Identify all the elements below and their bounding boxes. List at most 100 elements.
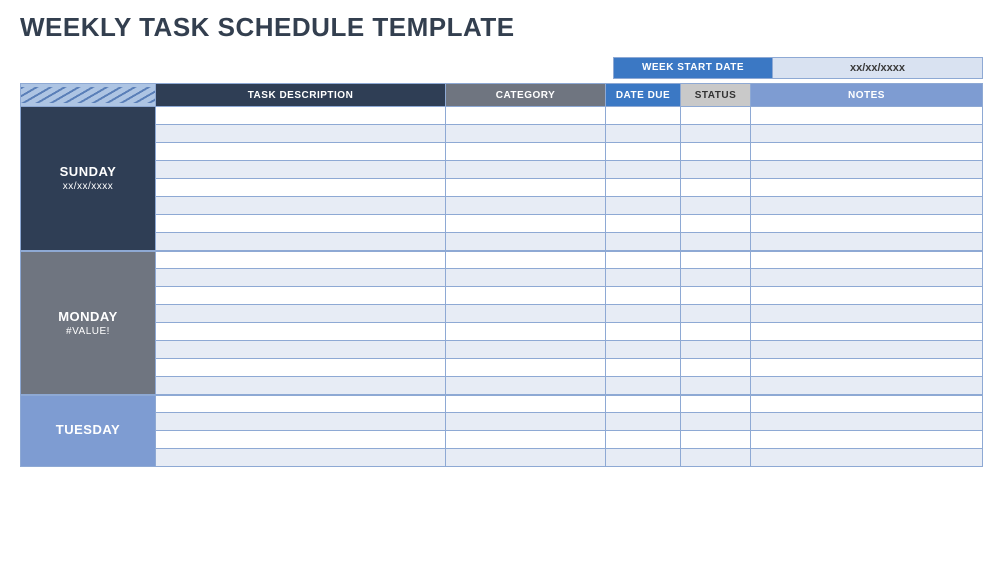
status-cell[interactable] <box>681 161 751 179</box>
category-cell[interactable] <box>446 287 606 305</box>
notes-cell[interactable] <box>751 431 983 449</box>
category-cell[interactable] <box>446 269 606 287</box>
category-cell[interactable] <box>446 215 606 233</box>
task-cell[interactable] <box>156 431 446 449</box>
notes-cell[interactable] <box>751 287 983 305</box>
date-due-cell[interactable] <box>606 197 681 215</box>
task-cell[interactable] <box>156 107 446 125</box>
status-cell[interactable] <box>681 215 751 233</box>
notes-cell[interactable] <box>751 179 983 197</box>
date-due-cell[interactable] <box>606 395 681 413</box>
task-cell[interactable] <box>156 305 446 323</box>
task-cell[interactable] <box>156 215 446 233</box>
category-cell[interactable] <box>446 449 606 467</box>
status-cell[interactable] <box>681 125 751 143</box>
category-cell[interactable] <box>446 359 606 377</box>
task-cell[interactable] <box>156 395 446 413</box>
notes-cell[interactable] <box>751 161 983 179</box>
status-cell[interactable] <box>681 305 751 323</box>
date-due-cell[interactable] <box>606 413 681 431</box>
notes-cell[interactable] <box>751 305 983 323</box>
date-due-cell[interactable] <box>606 233 681 251</box>
status-cell[interactable] <box>681 143 751 161</box>
notes-cell[interactable] <box>751 251 983 269</box>
category-cell[interactable] <box>446 431 606 449</box>
category-cell[interactable] <box>446 251 606 269</box>
date-due-cell[interactable] <box>606 377 681 395</box>
status-cell[interactable] <box>681 395 751 413</box>
category-cell[interactable] <box>446 233 606 251</box>
category-cell[interactable] <box>446 161 606 179</box>
status-cell[interactable] <box>681 413 751 431</box>
date-due-cell[interactable] <box>606 269 681 287</box>
category-cell[interactable] <box>446 341 606 359</box>
status-cell[interactable] <box>681 179 751 197</box>
status-cell[interactable] <box>681 359 751 377</box>
notes-cell[interactable] <box>751 359 983 377</box>
category-cell[interactable] <box>446 413 606 431</box>
category-cell[interactable] <box>446 125 606 143</box>
task-cell[interactable] <box>156 287 446 305</box>
task-cell[interactable] <box>156 161 446 179</box>
notes-cell[interactable] <box>751 395 983 413</box>
date-due-cell[interactable] <box>606 125 681 143</box>
category-cell[interactable] <box>446 395 606 413</box>
task-cell[interactable] <box>156 269 446 287</box>
status-cell[interactable] <box>681 449 751 467</box>
notes-cell[interactable] <box>751 341 983 359</box>
date-due-cell[interactable] <box>606 143 681 161</box>
notes-cell[interactable] <box>751 377 983 395</box>
status-cell[interactable] <box>681 233 751 251</box>
category-cell[interactable] <box>446 377 606 395</box>
date-due-cell[interactable] <box>606 179 681 197</box>
date-due-cell[interactable] <box>606 431 681 449</box>
category-cell[interactable] <box>446 179 606 197</box>
status-cell[interactable] <box>681 107 751 125</box>
status-cell[interactable] <box>681 251 751 269</box>
status-cell[interactable] <box>681 269 751 287</box>
category-cell[interactable] <box>446 323 606 341</box>
notes-cell[interactable] <box>751 323 983 341</box>
status-cell[interactable] <box>681 323 751 341</box>
task-cell[interactable] <box>156 341 446 359</box>
date-due-cell[interactable] <box>606 341 681 359</box>
status-cell[interactable] <box>681 377 751 395</box>
task-cell[interactable] <box>156 413 446 431</box>
date-due-cell[interactable] <box>606 107 681 125</box>
task-cell[interactable] <box>156 449 446 467</box>
status-cell[interactable] <box>681 341 751 359</box>
notes-cell[interactable] <box>751 143 983 161</box>
notes-cell[interactable] <box>751 269 983 287</box>
category-cell[interactable] <box>446 197 606 215</box>
notes-cell[interactable] <box>751 449 983 467</box>
task-cell[interactable] <box>156 179 446 197</box>
task-cell[interactable] <box>156 359 446 377</box>
notes-cell[interactable] <box>751 107 983 125</box>
task-cell[interactable] <box>156 143 446 161</box>
task-cell[interactable] <box>156 197 446 215</box>
notes-cell[interactable] <box>751 215 983 233</box>
week-start-value[interactable]: xx/xx/xxxx <box>773 57 983 79</box>
date-due-cell[interactable] <box>606 161 681 179</box>
status-cell[interactable] <box>681 197 751 215</box>
status-cell[interactable] <box>681 431 751 449</box>
task-cell[interactable] <box>156 323 446 341</box>
task-cell[interactable] <box>156 125 446 143</box>
date-due-cell[interactable] <box>606 251 681 269</box>
task-cell[interactable] <box>156 233 446 251</box>
status-cell[interactable] <box>681 287 751 305</box>
notes-cell[interactable] <box>751 413 983 431</box>
notes-cell[interactable] <box>751 125 983 143</box>
category-cell[interactable] <box>446 107 606 125</box>
date-due-cell[interactable] <box>606 305 681 323</box>
notes-cell[interactable] <box>751 197 983 215</box>
date-due-cell[interactable] <box>606 359 681 377</box>
date-due-cell[interactable] <box>606 215 681 233</box>
date-due-cell[interactable] <box>606 323 681 341</box>
notes-cell[interactable] <box>751 233 983 251</box>
category-cell[interactable] <box>446 305 606 323</box>
date-due-cell[interactable] <box>606 287 681 305</box>
task-cell[interactable] <box>156 251 446 269</box>
category-cell[interactable] <box>446 143 606 161</box>
task-cell[interactable] <box>156 377 446 395</box>
